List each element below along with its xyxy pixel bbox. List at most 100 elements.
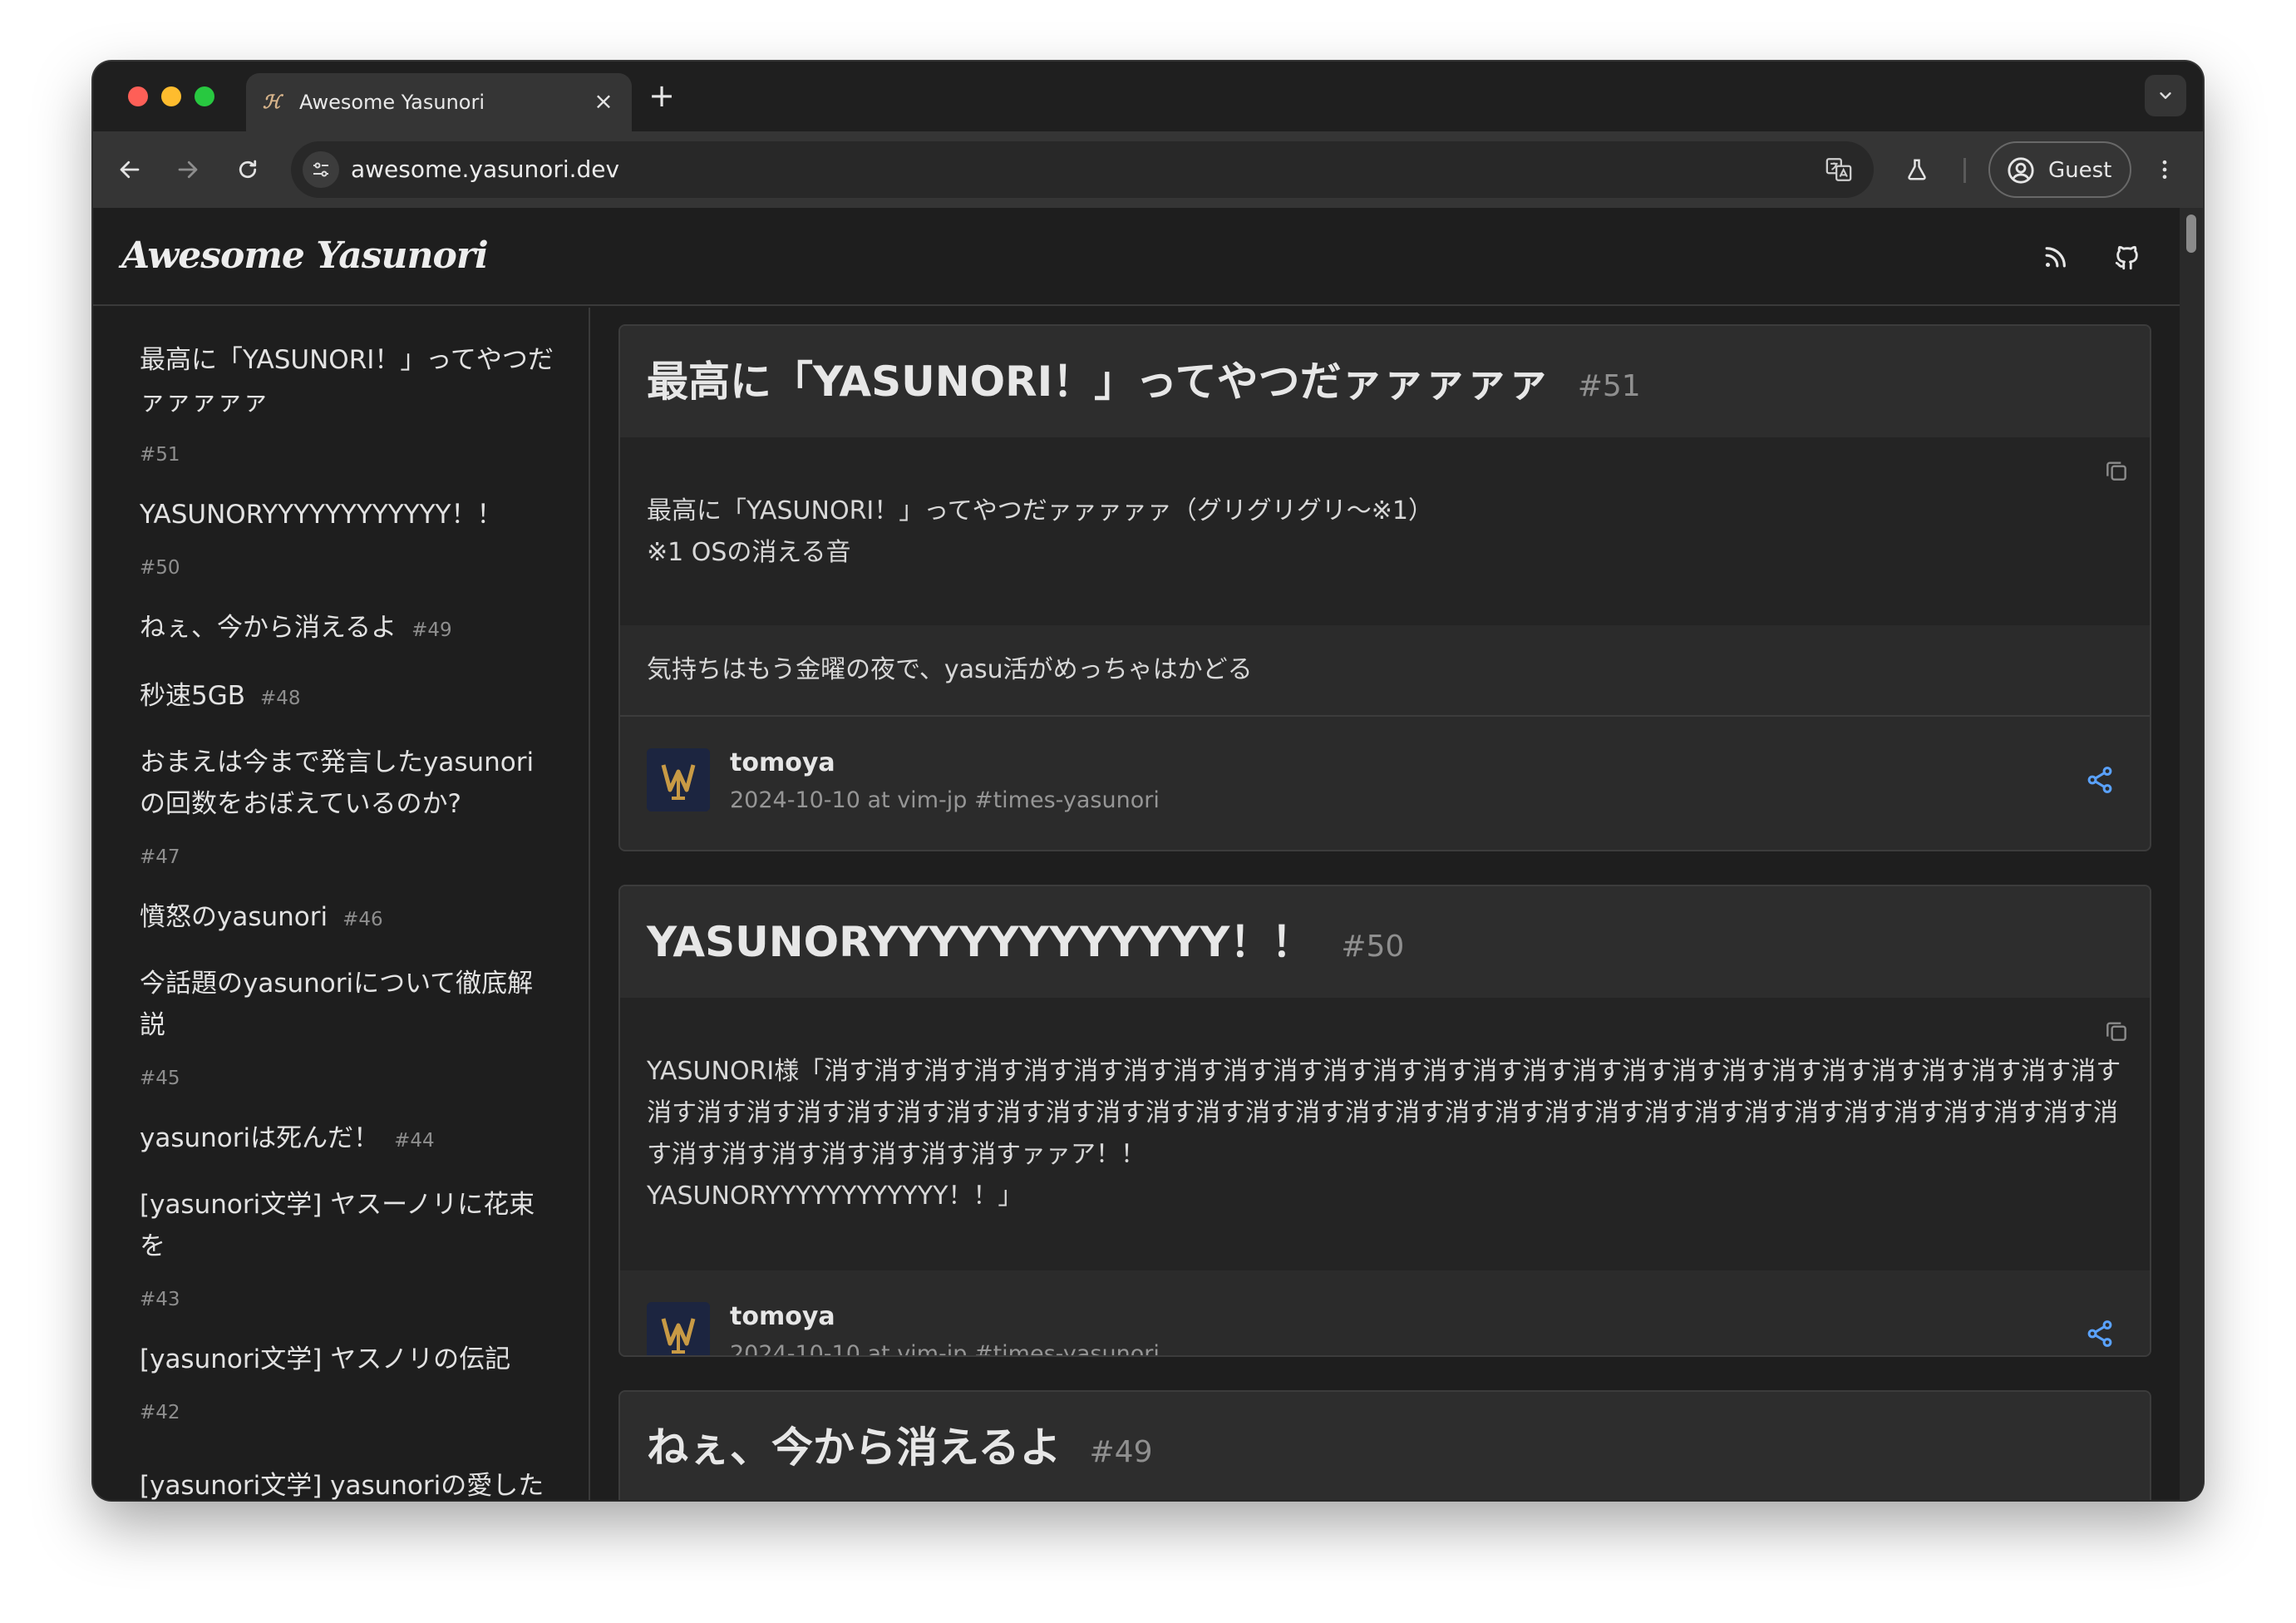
rss-feed-link[interactable]	[2038, 241, 2072, 274]
copy-icon	[2106, 461, 2126, 481]
forward-button[interactable]	[168, 150, 208, 190]
avatar	[647, 748, 710, 812]
author-name[interactable]: tomoya	[730, 748, 835, 778]
share-button[interactable]	[2083, 763, 2116, 797]
share-icon	[2087, 1320, 2112, 1347]
profile-label: Guest	[2048, 158, 2112, 183]
post-footer: tomoya 2024-10-10 at vim-jp #times-yasun…	[620, 717, 2150, 845]
post-header: 最高に「YASUNORI！」ってやつだァァァァァ #51	[620, 326, 2150, 437]
tune-icon	[313, 162, 328, 177]
post-title[interactable]: 最高に「YASUNORI！」ってやつだァァァァァ #51	[647, 354, 1641, 414]
post-title-text: ねぇ、今から消えるよ	[647, 1423, 1062, 1472]
post-quote: 最高に「YASUNORI！」ってやつだァァァァァ（グリグリグリ〜※1） ※1 O…	[620, 437, 2150, 625]
github-icon	[2115, 245, 2138, 270]
sidebar-item[interactable]: [yasunori文学] ヤスーノリに花束を #43	[140, 1184, 555, 1312]
site-logo[interactable]: Awesome Yasunori	[121, 233, 489, 279]
post-meta: 2024-10-10 at vim-jp #times-yasunori	[730, 787, 1160, 813]
sidebar: 最高に「YASUNORI！」ってやつだァァァァァ #51 YASUNORYYYY…	[93, 308, 590, 1500]
chevron-down-icon	[2160, 92, 2171, 99]
sidebar-item-title: [yasunori文学] yasunoriの愛した	[140, 1471, 544, 1500]
new-tab-button[interactable]: +	[647, 80, 677, 111]
sidebar-item-number: #51	[140, 444, 180, 466]
site-info-button[interactable]	[303, 151, 339, 188]
tab-strip: ℋ Awesome Yasunori × +	[93, 62, 2203, 131]
post-title-text: YASUNORYYYYYYYYYYYY！！	[647, 918, 1313, 966]
sidebar-item[interactable]: 今話題のyasunoriについて徹底解説 #45	[140, 963, 555, 1091]
sidebar-item[interactable]: 最高に「YASUNORI！」ってやつだァァァァァ #51	[140, 339, 555, 467]
sidebar-item[interactable]: YASUNORYYYYYYYYYYYY！！ #50	[140, 494, 555, 580]
share-button[interactable]	[2083, 1317, 2116, 1350]
author-name[interactable]: tomoya	[730, 1302, 835, 1332]
sidebar-item[interactable]: ねぇ、今から消えるよ #49	[140, 607, 555, 649]
sidebar-item-title: 最高に「YASUNORI！」ってやつだァァァァァ	[140, 345, 554, 417]
sidebar-item-title: YASUNORYYYYYYYYYYYY！！	[140, 500, 503, 530]
copy-button[interactable]	[2101, 1016, 2131, 1046]
tab-search-button[interactable]	[2145, 75, 2186, 116]
sidebar-item-title: おまえは今まで発言したyasunoriの回数をおぼえているのか?	[140, 747, 535, 819]
url-text: awesome.yasunori.dev	[351, 155, 620, 183]
sidebar-item[interactable]: [yasunori文学] yasunoriの愛した	[140, 1465, 555, 1500]
web-page: Awesome Yasunori 最高に「YASUNORI！」ってやつだァァァァ…	[93, 208, 2180, 1500]
browser-toolbar: awesome.yasunori.dev Guest	[93, 131, 2203, 208]
post-number: #49	[1089, 1435, 1153, 1469]
github-link[interactable]	[2111, 241, 2144, 274]
sidebar-item[interactable]: 憤怒のyasunori #46	[140, 896, 555, 938]
quote-line: YASUNORI様「消す消す消す消す消す消す消す消す消す消す消す消す消す消す消す…	[647, 1057, 2121, 1169]
post-title[interactable]: YASUNORYYYYYYYYYYYY！！ #50	[647, 915, 1404, 974]
kebab-menu-icon	[2162, 160, 2167, 180]
sidebar-item-number: #46	[342, 909, 383, 930]
sidebar-item[interactable]: [yasunori文学] ヤスノリの伝記 #42	[140, 1339, 555, 1425]
close-window-button[interactable]	[128, 86, 148, 106]
post-quote: YASUNORI様「消す消す消す消す消す消す消す消す消す消す消す消す消す消す消す…	[620, 998, 2150, 1270]
avatar-emblem-icon	[647, 1302, 710, 1355]
scroll-thumb[interactable]	[2186, 215, 2196, 253]
post-note: 気持ちはもう金曜の夜で、yasu活がめっちゃはかどる	[620, 625, 2150, 717]
sidebar-item-title: 今話題のyasunoriについて徹底解説	[140, 969, 534, 1040]
sidebar-item-title: [yasunori文学] ヤスーノリに花束を	[140, 1190, 535, 1261]
quote-line: YASUNORYYYYYYYYYYYY！！」	[647, 1181, 1023, 1211]
sidebar-item-number: #44	[394, 1130, 435, 1152]
page-scrollbar[interactable]	[2180, 208, 2203, 1500]
sidebar-item-title: [yasunori文学] ヤスノリの伝記	[140, 1344, 511, 1374]
avatar-emblem-icon	[647, 748, 710, 812]
post-card: 最高に「YASUNORI！」ってやつだァァァァァ #51 最高に「YASUNORI…	[618, 324, 2151, 851]
tab-awesome-yasunori[interactable]: ℋ Awesome Yasunori ×	[246, 73, 632, 131]
sidebar-item-number: #50	[140, 557, 180, 579]
share-icon	[2087, 767, 2112, 793]
post-number: #51	[1577, 369, 1641, 403]
translate-button[interactable]	[1822, 153, 1855, 186]
maximize-window-button[interactable]	[195, 86, 214, 106]
sidebar-item-title: yasunoriは死んだ！	[140, 1123, 380, 1153]
sidebar-item[interactable]: おまえは今まで発言したyasunoriの回数をおぼえているのか? #47	[140, 742, 555, 870]
close-tab-icon[interactable]: ×	[590, 88, 617, 115]
toolbar-divider	[1963, 158, 1966, 183]
sidebar-item-number: #45	[140, 1068, 180, 1089]
sidebar-item-number: #48	[260, 688, 301, 709]
post-header: YASUNORYYYYYYYYYYYY！！ #50	[620, 886, 2150, 998]
browser-window: ℋ Awesome Yasunori × + awesome.yasunori.…	[93, 62, 2203, 1500]
copy-icon	[2106, 1022, 2126, 1041]
copy-button[interactable]	[2101, 456, 2131, 486]
post-title[interactable]: ねぇ、今から消えるよ #49	[647, 1420, 1152, 1480]
post-footer: tomoya 2024-10-10 at vim-jp #times-yasun…	[620, 1270, 2150, 1355]
minimize-window-button[interactable]	[161, 86, 181, 106]
quote-line: 最高に「YASUNORI！」ってやつだァァァァァ（グリグリグリ〜※1）	[647, 496, 1433, 525]
back-button[interactable]	[110, 150, 150, 190]
reload-button[interactable]	[228, 150, 268, 190]
sidebar-item-title: 憤怒のyasunori	[140, 902, 328, 932]
post-header: ねぇ、今から消えるよ #49	[620, 1392, 2150, 1500]
sidebar-item[interactable]: 秒速5GB #48	[140, 675, 555, 717]
post-card: ねぇ、今から消えるよ #49	[618, 1390, 2151, 1500]
browser-menu-button[interactable]	[2145, 150, 2185, 190]
sidebar-item-title: ねぇ、今から消えるよ	[140, 613, 397, 643]
post-card: YASUNORYYYYYYYYYYYY！！ #50 YASUNORI様「消す消す消…	[618, 885, 2151, 1357]
sidebar-item-number: #49	[411, 619, 452, 641]
profile-button[interactable]: Guest	[1988, 141, 2131, 198]
labs-button[interactable]	[1897, 150, 1937, 190]
post-number: #50	[1341, 930, 1405, 964]
site-header: Awesome Yasunori	[93, 208, 2180, 306]
address-bar[interactable]: awesome.yasunori.dev	[291, 141, 1874, 198]
quote-line: ※1 OSの消える音	[647, 538, 851, 567]
sidebar-item[interactable]: yasunoriは死んだ！ #44	[140, 1117, 555, 1159]
rss-icon	[2045, 247, 2066, 268]
